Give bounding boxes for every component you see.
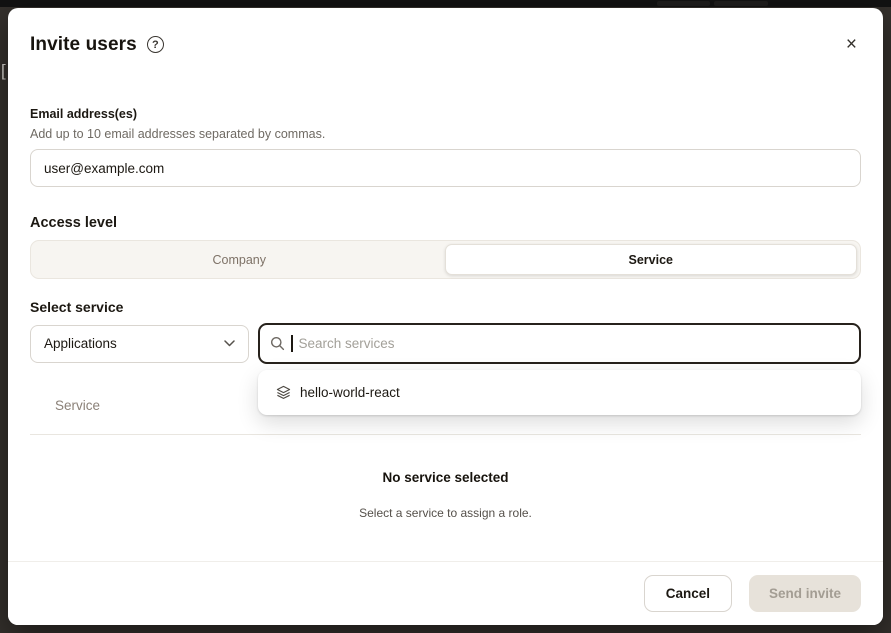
search-results-dropdown: hello-world-react <box>258 370 861 415</box>
service-type-select[interactable]: Applications <box>30 325 249 363</box>
layers-icon <box>276 385 291 400</box>
background-navbar <box>0 0 891 7</box>
text-cursor <box>291 335 293 352</box>
search-services-input[interactable] <box>299 336 850 351</box>
help-icon[interactable]: ? <box>147 36 164 53</box>
email-label: Email address(es) <box>30 107 861 121</box>
modal-header: Invite users ? × <box>8 8 883 56</box>
search-icon <box>270 336 285 351</box>
select-service-label: Select service <box>30 299 861 315</box>
email-input[interactable] <box>30 149 861 187</box>
search-result-item[interactable]: hello-world-react <box>264 376 855 409</box>
access-level-segmented-control: Company Service <box>30 240 861 279</box>
background-navbar-button-fragment <box>657 1 710 6</box>
chevron-down-icon <box>224 340 235 347</box>
send-invite-button[interactable]: Send invite <box>749 575 861 612</box>
empty-state-subtitle: Select a service to assign a role. <box>30 506 861 520</box>
empty-state-title: No service selected <box>30 470 861 485</box>
email-helper-text: Add up to 10 email addresses separated b… <box>30 127 861 141</box>
segment-option-service[interactable]: Service <box>445 244 858 275</box>
access-level-label: Access level <box>30 215 861 231</box>
invite-users-modal: Invite users ? × Email address(es) Add u… <box>8 8 883 625</box>
modal-footer: Cancel Send invite <box>8 561 883 625</box>
service-type-select-value: Applications <box>44 336 117 351</box>
modal-title: Invite users <box>30 34 137 56</box>
background-navbar-button-fragment <box>714 1 768 6</box>
service-search-box <box>258 323 861 364</box>
modal-content: Email address(es) Add up to 10 email add… <box>8 107 883 520</box>
service-controls-row: Applications <box>30 323 861 364</box>
underlying-page-fragment: [ <box>1 62 6 79</box>
close-icon[interactable]: × <box>842 33 861 56</box>
cancel-button[interactable]: Cancel <box>644 575 732 612</box>
segment-option-company[interactable]: Company <box>34 244 445 275</box>
search-result-label: hello-world-react <box>300 385 400 400</box>
